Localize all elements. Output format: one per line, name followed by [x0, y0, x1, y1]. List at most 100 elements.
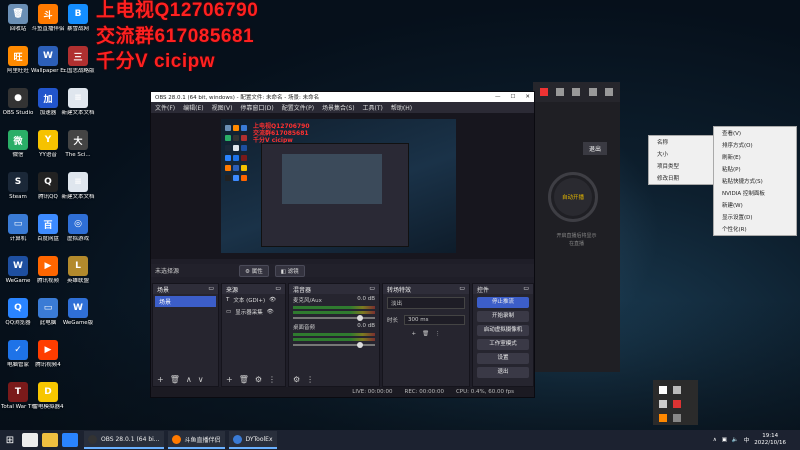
desktop-icon[interactable]: 微微信 — [1, 130, 35, 159]
desktop-icon[interactable]: ● OBS Studio — [1, 88, 35, 117]
volume-icon[interactable]: 🔈 — [732, 437, 739, 443]
desktop-icon[interactable]: 百百度网盘 — [31, 214, 65, 243]
controls-dock[interactable]: 控件 ▭ 停止推流 开始录制 启动虚拟摄像机 工作室模式 设置 退出 — [472, 283, 534, 387]
chevron-up-icon[interactable]: ∧ — [713, 437, 717, 443]
duration-row[interactable]: 时长 300 ms — [383, 312, 469, 328]
source-item[interactable]: T 文本 (GDI+) 👁 — [222, 294, 285, 306]
add-icon[interactable]: + — [411, 331, 416, 337]
tray-app-icon[interactable] — [673, 400, 681, 408]
tray-app-icon[interactable] — [659, 400, 667, 408]
start-icon[interactable]: ⊞ — [0, 435, 20, 446]
record-icon[interactable] — [540, 88, 549, 96]
desktop-icon[interactable]: Q QQ浏览器 — [1, 298, 35, 327]
context-menu-item[interactable]: 粘贴(P) — [714, 163, 796, 175]
context-menu-item[interactable]: 显示设置(D) — [714, 211, 796, 223]
settings-button[interactable]: 设置 — [477, 353, 529, 364]
lock-icon[interactable] — [556, 88, 565, 96]
exit-button[interactable]: 退出 — [583, 142, 608, 155]
obs-menu-item[interactable]: 停靠窗口(D) — [240, 103, 273, 112]
context-menu-item[interactable]: NVIDIA 控制面板 — [714, 187, 796, 199]
obs-window[interactable]: OBS 28.0.1 (64 bit, windows) - 配置文件: 未命名… — [150, 91, 535, 398]
gear-icon[interactable]: ⚙ — [293, 375, 300, 384]
context-menu-item[interactable]: 查看(V) — [714, 127, 796, 139]
browser-icon[interactable] — [62, 433, 78, 447]
desktop-icon[interactable]: Y YY语音 — [31, 130, 65, 159]
desktop-icon[interactable]: W Wallpaper Engine — [31, 46, 65, 75]
dock-undock-icon[interactable]: ▭ — [208, 285, 214, 293]
trash-icon[interactable]: 🗑 — [170, 375, 180, 384]
exit-button[interactable]: 退出 — [477, 367, 529, 378]
obs-menu-item[interactable]: 编辑(E) — [183, 103, 203, 112]
start-recording-button[interactable]: 开始录制 — [477, 311, 529, 322]
down-icon[interactable]: ∨ — [198, 375, 204, 384]
obs-menu-item[interactable]: 视图(V) — [212, 103, 233, 112]
obs-preview[interactable]: 上电视Q12706790 交流群617085681 千分V cicipw — [151, 113, 534, 259]
context-menu-item[interactable]: 大小 — [649, 148, 713, 160]
desktop-icon[interactable]: ◎ 虚拟游戏 — [61, 214, 95, 243]
virtual-camera-button[interactable]: 启动虚拟摄像机 — [477, 325, 529, 336]
dock-undock-icon[interactable]: ▭ — [459, 285, 465, 293]
network-icon[interactable]: ▣ — [722, 437, 727, 443]
obs-menu-item[interactable]: 文件(F) — [155, 103, 175, 112]
dock-undock-icon[interactable]: ▭ — [275, 285, 281, 293]
context-menu-item[interactable]: 刷新(E) — [714, 151, 796, 163]
desktop-icon[interactable]: T Total War THREE KI... — [1, 382, 35, 411]
desktop-icon[interactable]: ✓ 电脑管家 — [1, 340, 35, 369]
desktop-icon[interactable]: Q 腾讯QQ — [31, 172, 65, 201]
obs-menu-item[interactable]: 场景集合(S) — [322, 103, 355, 112]
context-menu-item[interactable]: 修改日期 — [649, 172, 713, 184]
desktop-icon[interactable]: D 雷电模拟器4 — [31, 382, 65, 411]
filters-button[interactable]: ◧ 滤镜 — [274, 264, 305, 277]
stop-stream-button[interactable]: 停止推流 — [477, 297, 529, 308]
clock[interactable]: 19:14 2022/10/16 — [754, 433, 786, 447]
taskview-icon[interactable] — [22, 433, 38, 447]
auto-start-circle[interactable]: 自动开播 — [548, 172, 598, 222]
tray-app-icon[interactable] — [659, 386, 667, 394]
folder-icon[interactable] — [42, 433, 58, 447]
add-icon[interactable]: + — [226, 375, 233, 384]
studio-mode-button[interactable]: 工作室模式 — [477, 339, 529, 350]
desktop-icon[interactable]: L 英雄联盟 — [61, 256, 95, 285]
desktop-icon[interactable]: ≡ 新建文本文档 — [61, 88, 95, 117]
desktop-icon[interactable]: 斗斗鱼直播伴侣 — [31, 4, 65, 33]
ime-icon[interactable]: 中 — [744, 436, 750, 444]
scene-item[interactable]: 场景 — [155, 296, 216, 307]
context-menu-item[interactable]: 项目类型 — [649, 160, 713, 172]
desktop-icon[interactable]: ▭ 计算机 — [1, 214, 35, 243]
eye-icon[interactable]: 👁 — [267, 309, 274, 315]
tray-app-icon[interactable] — [673, 414, 681, 422]
mixer-channel-desktop[interactable]: 桌面音频 0.0 dB — [289, 321, 379, 348]
close-icon[interactable]: ✕ — [525, 94, 530, 100]
desktop-icon[interactable]: ≡ 新建文本文档 — [61, 172, 95, 201]
mixer-channel-mic[interactable]: 麦克风/Aux 0.0 dB — [289, 294, 379, 321]
dock-undock-icon[interactable]: ▭ — [369, 285, 375, 293]
context-menu-item[interactable]: 名称 — [649, 136, 713, 148]
desktop-icon[interactable]: 加加速器 — [31, 88, 65, 117]
volume-slider[interactable] — [293, 342, 375, 348]
desktop-icon[interactable]: ▭ 此电脑 — [31, 298, 65, 327]
obs-menu-item[interactable]: 配置文件(P) — [282, 103, 314, 112]
gear-icon[interactable]: ⚙ — [255, 375, 262, 384]
obs-menu-item[interactable]: 帮助(H) — [391, 103, 412, 112]
context-menu-item[interactable]: 排序方式(O) — [714, 139, 796, 151]
tray-app-icon[interactable] — [659, 414, 667, 422]
share-icon[interactable] — [604, 88, 613, 96]
source-item[interactable]: ▭ 显示器采集 👁 — [222, 306, 285, 318]
desktop-icon[interactable]: 三三国志战略版 — [61, 46, 95, 75]
desktop-icon[interactable]: 旺阿里旺旺 — [1, 46, 35, 75]
bell-icon[interactable] — [588, 88, 597, 96]
desktop-icon[interactable]: B 暴雪战网 — [61, 4, 95, 33]
properties-button[interactable]: ⚙ 属性 — [239, 264, 269, 277]
up-icon[interactable]: ∧ — [186, 375, 192, 384]
volume-slider[interactable] — [293, 315, 375, 321]
context-menu-item[interactable]: 个性化(R) — [714, 223, 796, 235]
desktop-icon[interactable]: S Steam — [1, 172, 35, 201]
scenes-dock[interactable]: 场景 ▭ 场景 + 🗑 ∧ ∨ — [152, 283, 219, 387]
eye-icon[interactable]: 👁 — [269, 297, 276, 303]
minimize-icon[interactable]: — — [495, 94, 501, 100]
taskbar-app[interactable]: DYToolEx — [228, 431, 277, 449]
desktop-icon[interactable]: 🗑 回收站 — [1, 4, 35, 33]
obs-menu-item[interactable]: 工具(T) — [363, 103, 383, 112]
desktop-context-menu[interactable]: 查看(V) 排序方式(O) 刷新(E) 粘贴(P) 粘贴快捷方式(S) NVIDIA 控制… — [713, 126, 797, 236]
desktop-icon[interactable]: W WeGame版 — [61, 298, 95, 327]
